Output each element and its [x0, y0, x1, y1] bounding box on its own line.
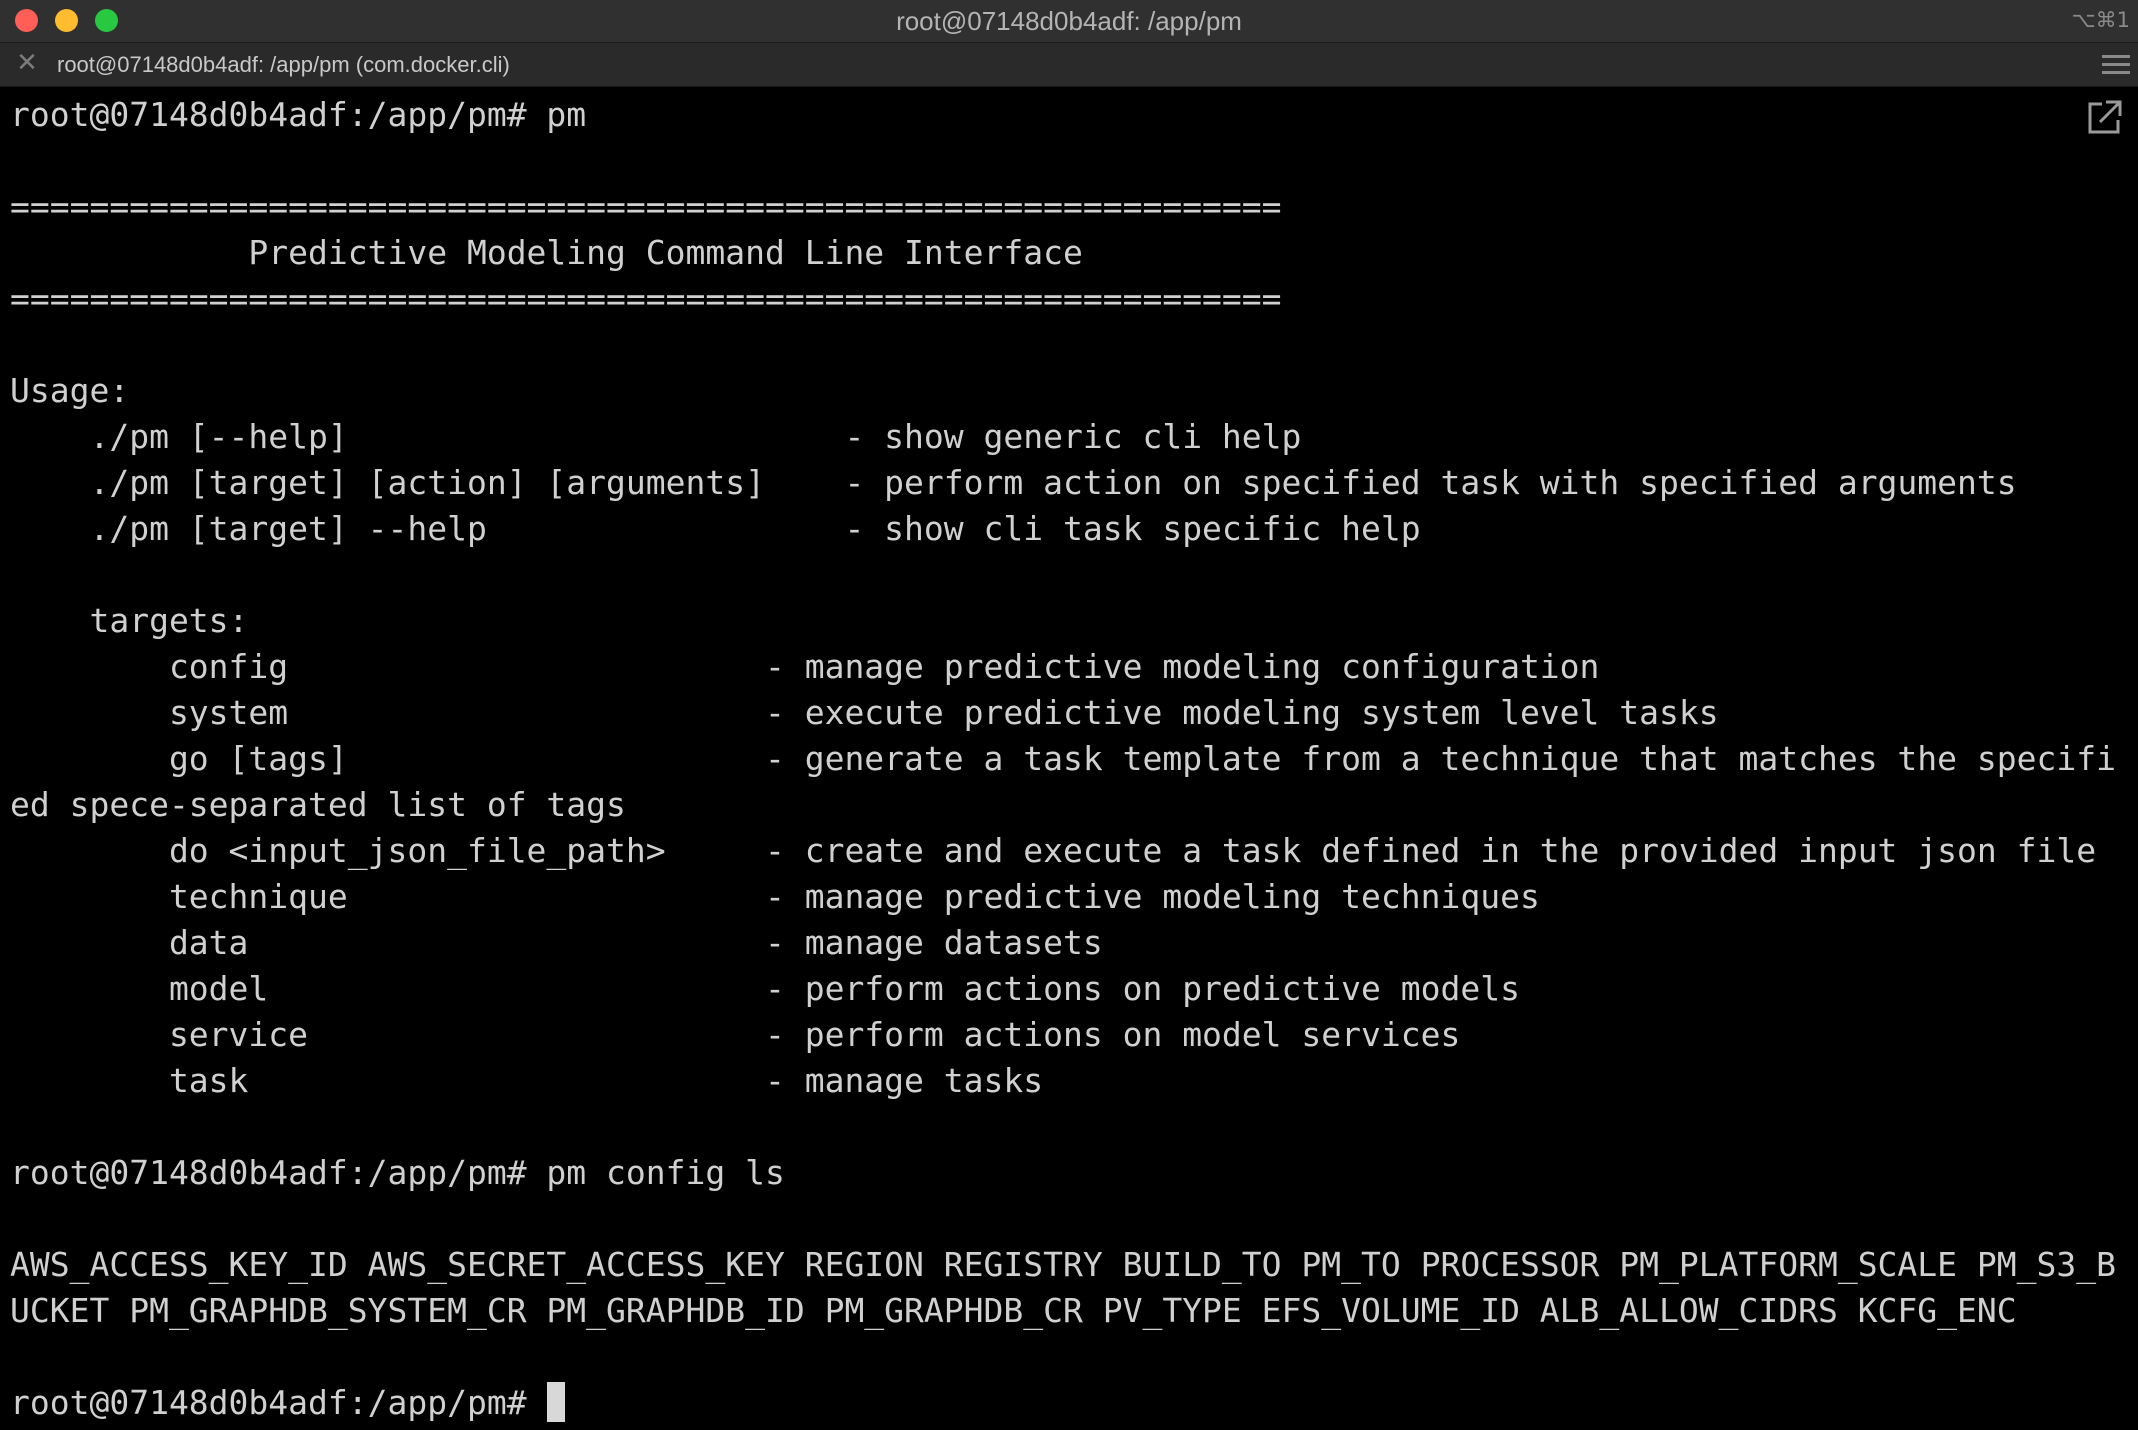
terminal-line: Predictive Modeling Command Line Interfa…	[10, 233, 1083, 272]
terminal-line: root@07148d0b4adf:/app/pm# pm	[10, 95, 587, 134]
terminal-line: config - manage predictive modeling conf…	[10, 647, 1600, 686]
terminal-line: do <input_json_file_path> - create and e…	[10, 831, 2097, 870]
terminal-line: task - manage tasks	[10, 1061, 1044, 1100]
terminal-line: technique - manage predictive modeling t…	[10, 877, 1540, 916]
tab-title[interactable]: root@07148d0b4adf: /app/pm (com.docker.c…	[57, 43, 510, 86]
terminal-line: UCKET PM_GRAPHDB_SYSTEM_CR PM_GRAPHDB_ID…	[10, 1291, 2017, 1330]
terminal-line: AWS_ACCESS_KEY_ID AWS_SECRET_ACCESS_KEY …	[10, 1245, 2116, 1284]
shell-prompt: root@07148d0b4adf:/app/pm#	[10, 1383, 527, 1422]
title-bar[interactable]: root@07148d0b4adf: /app/pm ⌥⌘1	[0, 0, 2138, 43]
window-title: root@07148d0b4adf: /app/pm	[896, 6, 1242, 36]
terminal-output[interactable]: root@07148d0b4adf:/app/pm# pm ===========…	[10, 92, 2130, 1426]
close-icon[interactable]: ✕	[13, 49, 41, 77]
hamburger-menu-icon[interactable]	[2102, 55, 2130, 75]
terminal-line: ./pm [target] [action] [arguments] - per…	[10, 463, 2017, 502]
terminal-window: root@07148d0b4adf: /app/pm ⌥⌘1 ✕ root@07…	[0, 0, 2138, 1430]
tab-bar: ✕ root@07148d0b4adf: /app/pm (com.docker…	[0, 43, 2138, 87]
terminal-line: targets:	[10, 601, 249, 640]
terminal-line: ./pm [--help] - show generic cli help	[10, 417, 1302, 456]
terminal-line: Usage:	[10, 371, 130, 410]
terminal-line: ed spece-separated list of tags	[10, 785, 626, 824]
prompt-line[interactable]: root@07148d0b4adf:/app/pm#	[10, 1380, 2130, 1426]
text-cursor	[546, 1382, 565, 1422]
terminal-line: data - manage datasets	[10, 923, 1103, 962]
terminal-line: service - perform actions on model servi…	[10, 1015, 1461, 1054]
terminal-line: root@07148d0b4adf:/app/pm# pm config ls	[10, 1153, 785, 1192]
terminal-line: ========================================…	[10, 279, 1282, 318]
terminal-line: go [tags] - generate a task template fro…	[10, 739, 2116, 778]
terminal-line: ========================================…	[10, 187, 1282, 226]
terminal-line: model - perform actions on predictive mo…	[10, 969, 1520, 1008]
window-shortcut-label: ⌥⌘1	[2071, 8, 2130, 32]
terminal-line: ./pm [target] --help - show cli task spe…	[10, 509, 1421, 548]
terminal-line: system - execute predictive modeling sys…	[10, 693, 1719, 732]
